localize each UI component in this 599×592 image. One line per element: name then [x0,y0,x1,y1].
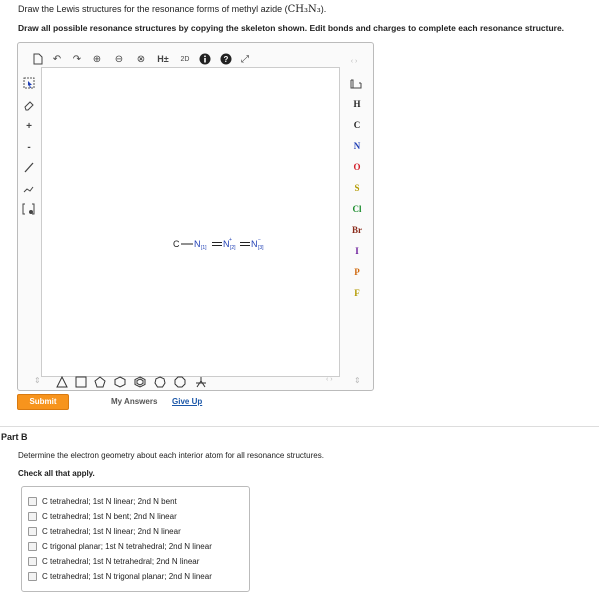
undo-icon[interactable]: ↶ [50,52,64,66]
help-icon[interactable]: ? [219,52,233,66]
option-label: C tetrahedral; 1st N linear; 2nd N linea… [42,527,181,536]
option-4[interactable]: C trigonal planar; 1st N tetrahedral; 2n… [28,542,212,551]
option-1[interactable]: C tetrahedral; 1st N linear; 2nd N bent [28,497,177,506]
give-up-link[interactable]: Give Up [172,397,202,406]
checkbox[interactable] [28,527,37,536]
element-s[interactable]: S [349,183,365,193]
option-label: C trigonal planar; 1st N tetrahedral; 2n… [42,542,212,551]
drawing-editor: ↶ ↷ ⊕ ⊖ ⊗ H± 2D ? ⤢ ‹ › + - C N [1] N + [17,42,374,391]
element-palette: H C N O S Cl Br I P F [339,63,372,375]
bracket-tool-icon[interactable] [22,202,36,216]
fullscreen-icon[interactable]: ⤢ [238,52,252,66]
zoom-out-icon[interactable]: ⊖ [112,52,126,66]
nitrogen-3-charge: − [258,237,261,243]
option-label: C tetrahedral; 1st N tetrahedral; 2nd N … [42,557,200,566]
benzene-ring-icon[interactable] [134,376,146,388]
section-divider [0,426,599,427]
checkbox[interactable] [28,572,37,581]
formula: CH₃N₃ [287,4,321,15]
question-prefix: Draw the Lewis structures for the resona… [18,4,288,14]
square-ring-icon[interactable] [75,376,87,388]
shapes-nav-left-icon[interactable]: ⇕ [34,376,41,385]
nitrogen-2-index: [2] [230,245,236,251]
zoom-in-icon[interactable]: ⊕ [90,52,104,66]
element-i[interactable]: I [349,246,365,256]
element-c[interactable]: C [349,120,365,130]
nitrogen-2-charge: + [229,237,232,243]
heptagon-ring-icon[interactable] [154,376,166,388]
nitrogen-3-index: [3] [258,245,264,251]
option-5[interactable]: C tetrahedral; 1st N tetrahedral; 2nd N … [28,557,199,566]
clean-2d-button[interactable]: 2D [177,52,193,66]
checkbox[interactable] [28,497,37,506]
template-structure-icon[interactable] [194,376,208,388]
element-n[interactable]: N [349,141,365,151]
select-tool-icon[interactable] [22,76,36,90]
option-2[interactable]: C tetrahedral; 1st N bent; 2nd N linear [28,512,177,521]
nitrogen-3-atom[interactable]: N [251,239,258,249]
pentagon-ring-icon[interactable] [94,376,106,388]
shapes-nav-arrows-icon[interactable]: ‹ › [326,376,333,383]
element-p[interactable]: P [349,267,365,277]
single-bond-icon[interactable] [22,160,36,174]
redo-icon[interactable]: ↷ [70,52,84,66]
element-o[interactable]: O [349,162,365,172]
triangle-ring-icon[interactable] [56,376,68,388]
option-6[interactable]: C tetrahedral; 1st N trigonal planar; 2n… [28,572,212,581]
periodic-table-icon[interactable] [349,77,363,91]
question-text: Draw the Lewis structures for the resona… [18,4,326,15]
checkbox[interactable] [28,512,37,521]
element-br[interactable]: Br [349,225,365,235]
instruction-text: Draw all possible resonance structures b… [18,23,565,33]
option-label: C tetrahedral; 1st N trigonal planar; 2n… [42,572,212,581]
element-h[interactable]: H [349,99,365,109]
checkbox[interactable] [28,557,37,566]
check-all-label: Check all that apply. [18,469,95,478]
nitrogen-1-atom[interactable]: N [194,239,201,249]
octagon-ring-icon[interactable] [174,376,186,388]
shapes-nav-right-icon[interactable]: ⇕ [354,376,361,385]
clean-icon[interactable]: ⊗ [134,52,148,66]
submit-button[interactable]: Submit [17,394,69,410]
options-box: C tetrahedral; 1st N linear; 2nd N bent … [21,486,250,592]
option-label: C tetrahedral; 1st N bent; 2nd N linear [42,512,177,521]
element-cl[interactable]: Cl [349,204,365,214]
plus-charge-tool[interactable]: + [22,119,36,133]
eraser-icon[interactable] [22,98,36,112]
my-answers-link[interactable]: My Answers [111,397,157,406]
explicit-h-toggle[interactable]: H± [154,52,172,66]
minus-charge-tool[interactable]: - [22,140,36,154]
nitrogen-1-index: [1] [201,245,207,251]
carbon-atom[interactable]: C [173,239,180,249]
chain-tool-icon[interactable] [22,181,36,195]
part-b-title: Part B [1,432,28,442]
option-label: C tetrahedral; 1st N linear; 2nd N bent [42,497,177,506]
element-f[interactable]: F [349,288,365,298]
info-icon[interactable] [198,52,212,66]
question-suffix: ). [320,4,327,14]
hexagon-ring-icon[interactable] [114,376,126,388]
help-glyph: ? [224,55,229,64]
option-3[interactable]: C tetrahedral; 1st N linear; 2nd N linea… [28,527,181,536]
checkbox[interactable] [28,542,37,551]
new-document-icon[interactable] [31,52,45,66]
part-b-prompt: Determine the electron geometry about ea… [18,451,324,460]
drawing-canvas[interactable]: C N [1] N + [2] N − [3] [41,67,340,377]
